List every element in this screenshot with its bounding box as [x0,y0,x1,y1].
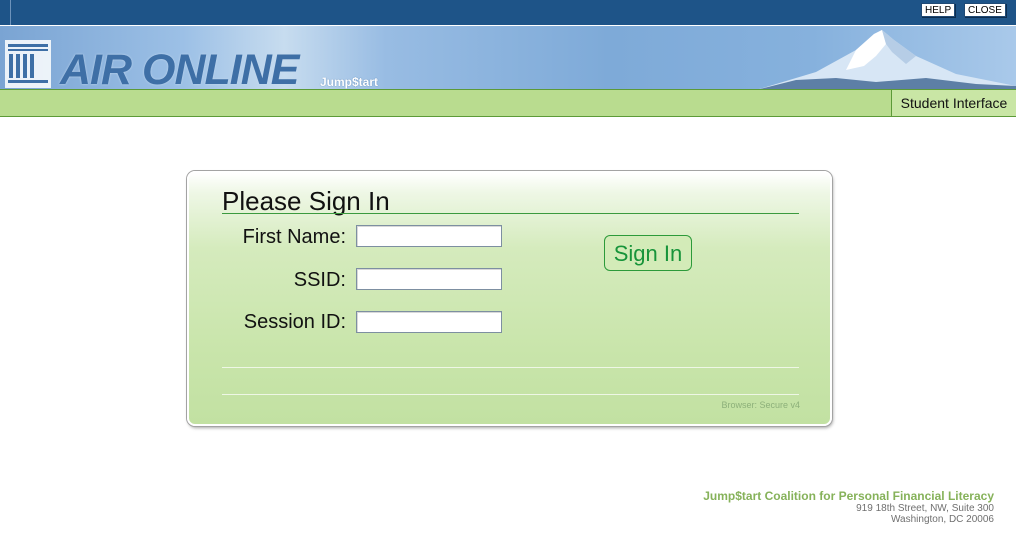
signin-title: Please Sign In [222,186,390,216]
first-name-label: First Name: [242,226,346,248]
session-id-label: Session ID: [243,311,346,333]
footer-address-line2: Washington, DC 20006 [890,514,994,525]
top-bar-divider [10,0,11,25]
session-id-input[interactable] [356,311,502,333]
help-button[interactable]: HELP [921,3,956,17]
sign-in-button[interactable]: Sign In [604,235,692,271]
footer-org-name: Jump$tart Coalition for Personal Financi… [703,489,994,503]
brand-name: AIR ONLINE [60,46,299,90]
building-columns-icon [5,40,51,88]
title-divider [222,213,799,214]
page: HELP CLOSE AIR ONLINE Jump$tart Student … [0,0,1016,534]
first-name-input[interactable] [356,225,502,247]
ssid-input[interactable] [356,268,502,290]
panel-divider [222,394,799,395]
student-interface-label: Student Interface [891,90,1016,116]
mountain-icon [756,30,1016,90]
signin-panel: Please Sign In First Name: SSID: Session… [187,171,832,426]
browser-note: Browser: Secure v4 [721,400,800,410]
ssid-label: SSID: [293,269,346,291]
footer-address-line1: 919 18th Street, NW, Suite 300 [856,503,994,514]
top-bar: HELP CLOSE [0,0,1016,25]
interface-bar: Student Interface [0,89,1016,117]
panel-divider [222,367,799,368]
footer: Jump$tart Coalition for Personal Financi… [703,489,994,525]
brand-subtitle: Jump$tart [320,75,379,89]
close-button[interactable]: CLOSE [964,3,1006,17]
banner: AIR ONLINE Jump$tart [0,25,1016,90]
